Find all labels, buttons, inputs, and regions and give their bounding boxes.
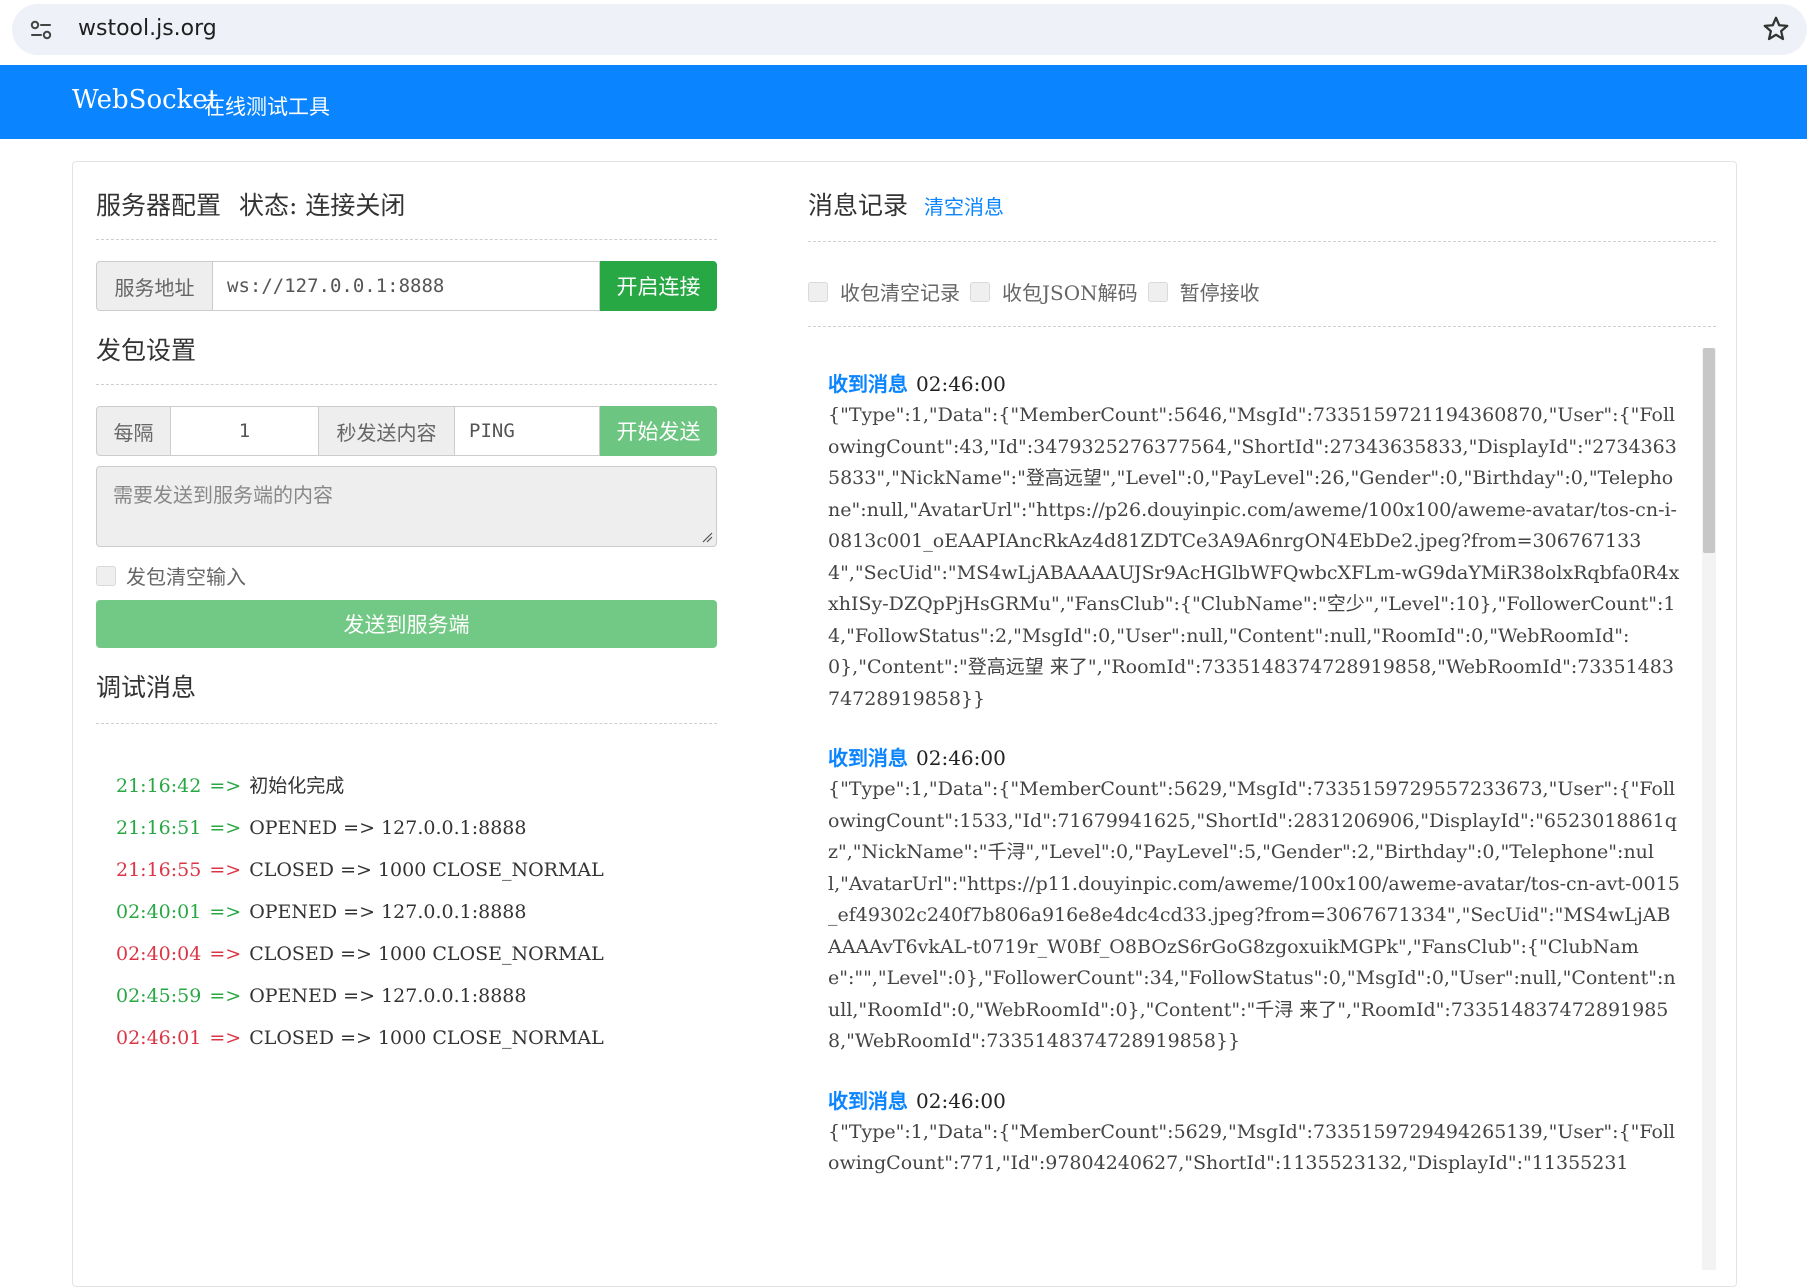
- message-header: 收到消息 02:46:00: [828, 742, 1680, 774]
- debug-line: 02:45:59 => OPENED => 127.0.0.1:8888: [116, 975, 604, 1017]
- message-timestamp: 02:46:00: [916, 372, 1006, 396]
- message-header: 收到消息 02:46:00: [828, 368, 1680, 400]
- received-label: 收到消息: [828, 746, 908, 770]
- message-log-area[interactable]: 收到消息 02:46:00 {"Type":1,"Data":{"MemberCou…: [808, 348, 1716, 1270]
- start-sending-button[interactable]: 开始发送: [600, 406, 717, 456]
- clear-input-checkbox[interactable]: [96, 565, 116, 586]
- debug-log: 21:16:42 => 初始化完成 21:16:51 => OPENED => 127.0…: [116, 765, 604, 1059]
- debug-text: OPENED => 127.0.0.1:8888: [249, 901, 527, 923]
- received-label: 收到消息: [828, 372, 908, 396]
- bookmark-star-icon[interactable]: [1761, 14, 1791, 44]
- debug-arrow: =>: [209, 859, 242, 881]
- json-decode-checkbox[interactable]: [970, 281, 990, 302]
- debug-line: 21:16:51 => OPENED => 127.0.0.1:8888: [116, 807, 604, 849]
- message-header: 收到消息 02:46:00: [828, 1085, 1680, 1117]
- message-log-title: 消息记录: [808, 191, 909, 220]
- message-item: 收到消息 02:46:00 {"Type":1,"Data":{"MemberCou…: [828, 742, 1680, 1058]
- debug-line: 21:16:42 => 初始化完成: [116, 765, 604, 807]
- debug-text: CLOSED => 1000 CLOSE_NORMAL: [249, 859, 604, 881]
- scrollbar-track[interactable]: [1702, 348, 1716, 1270]
- divider: [808, 326, 1716, 327]
- site-info-icon[interactable]: [28, 17, 54, 43]
- clear-messages-link[interactable]: 清空消息: [924, 191, 1004, 220]
- debug-text: OPENED => 127.0.0.1:8888: [249, 817, 527, 839]
- debug-line: 21:16:55 => CLOSED => 1000 CLOSE_NORMAL: [116, 849, 604, 891]
- browser-toolbar: wstool.js.org: [0, 0, 1807, 62]
- clear-input-option[interactable]: 发包清空输入: [96, 561, 246, 590]
- address-bar[interactable]: wstool.js.org: [12, 4, 1807, 55]
- server-config-heading: 服务器配置: [96, 191, 222, 220]
- debug-arrow: =>: [209, 943, 242, 965]
- received-label: 收到消息: [828, 1088, 908, 1113]
- message-list: 收到消息 02:46:00 {"Type":1,"Data":{"MemberCou…: [828, 368, 1680, 1207]
- scrollbar-thumb[interactable]: [1703, 348, 1715, 553]
- message-timestamp: 02:46:00: [916, 1088, 1006, 1113]
- server-address-input[interactable]: ws://127.0.0.1:8888: [213, 261, 600, 311]
- debug-line: 02:40:04 => CLOSED => 1000 CLOSE_NORMAL: [116, 933, 604, 975]
- app-logo[interactable]: WebSocket: [72, 85, 218, 115]
- pause-receive-checkbox[interactable]: [1147, 281, 1168, 302]
- receive-clear-label: 收包清空记录: [840, 281, 960, 305]
- message-item: 收到消息 02:46:00 {"Type":1,"Data":{"MemberCou…: [828, 1085, 1680, 1180]
- debug-text: OPENED => 127.0.0.1:8888: [249, 985, 527, 1007]
- url-text[interactable]: wstool.js.org: [78, 16, 217, 41]
- interval-prefix-label: 每隔: [96, 406, 171, 456]
- divider: [96, 239, 717, 240]
- debug-arrow: =>: [209, 985, 242, 1007]
- json-decode-label: 收包JSON解码: [1002, 281, 1138, 305]
- debug-arrow: =>: [209, 1027, 242, 1049]
- message-body: {"Type":1,"Data":{"MemberCount":5629,"Ms…: [828, 778, 1680, 1052]
- send-content-textarea[interactable]: 需要发送到服务端的内容: [96, 466, 717, 547]
- send-content-label: 秒发送内容: [319, 406, 455, 456]
- clear-input-label: 发包清空输入: [126, 565, 246, 589]
- receive-clear-checkbox[interactable]: [808, 281, 828, 302]
- debug-timestamp: 02:40:04: [116, 943, 202, 965]
- debug-line: 02:46:01 => CLOSED => 1000 CLOSE_NORMAL: [116, 1017, 604, 1059]
- divider: [96, 384, 717, 385]
- debug-timestamp: 21:16:42: [116, 775, 202, 797]
- send-settings-title: 发包设置: [96, 336, 197, 365]
- app-header: WebSocket 在线测试工具: [0, 65, 1807, 139]
- message-body: {"Type":1,"Data":{"MemberCount":5646,"Ms…: [828, 404, 1680, 710]
- debug-timestamp: 02:40:01: [116, 901, 202, 923]
- message-options: 收包清空记录 收包JSON解码 暂停接收: [808, 277, 1260, 306]
- interval-seconds-input[interactable]: 1: [171, 406, 319, 456]
- message-body: {"Type":1,"Data":{"MemberCount":5629,"Ms…: [828, 1120, 1676, 1175]
- message-item: 收到消息 02:46:00 {"Type":1,"Data":{"MemberCou…: [828, 368, 1680, 715]
- server-address-group: 服务地址 ws://127.0.0.1:8888 开启连接: [96, 261, 717, 311]
- open-connection-button[interactable]: 开启连接: [600, 261, 717, 311]
- debug-timestamp: 21:16:55: [116, 859, 202, 881]
- divider: [96, 723, 717, 724]
- app-subtitle: 在线测试工具: [204, 95, 330, 119]
- debug-timestamp: 02:45:59: [116, 985, 202, 1007]
- send-to-server-button[interactable]: 发送到服务端: [96, 600, 717, 648]
- debug-text: 初始化完成: [249, 775, 345, 797]
- debug-line: 02:40:01 => OPENED => 127.0.0.1:8888: [116, 891, 604, 933]
- auto-send-group: 每隔 1 秒发送内容 PING 开始发送: [96, 406, 717, 456]
- debug-messages-title: 调试消息: [96, 673, 197, 702]
- debug-timestamp: 21:16:51: [116, 817, 202, 839]
- message-timestamp: 02:46:00: [916, 746, 1006, 770]
- server-address-label: 服务地址: [96, 261, 213, 311]
- resize-grip-icon[interactable]: [701, 531, 713, 543]
- textarea-placeholder: 需要发送到服务端的内容: [113, 483, 333, 507]
- auto-send-content-input[interactable]: PING: [455, 406, 600, 456]
- debug-text: CLOSED => 1000 CLOSE_NORMAL: [249, 943, 604, 965]
- debug-arrow: =>: [209, 817, 242, 839]
- pause-receive-label: 暂停接收: [1179, 281, 1260, 305]
- divider: [808, 241, 1716, 242]
- debug-timestamp: 02:46:01: [116, 1027, 202, 1049]
- debug-arrow: =>: [209, 775, 242, 797]
- debug-arrow: =>: [209, 901, 242, 923]
- debug-text: CLOSED => 1000 CLOSE_NORMAL: [249, 1027, 604, 1049]
- connection-status: 状态: 连接关闭: [238, 191, 406, 220]
- server-config-title: 服务器配置 状态: 连接关闭: [96, 186, 405, 222]
